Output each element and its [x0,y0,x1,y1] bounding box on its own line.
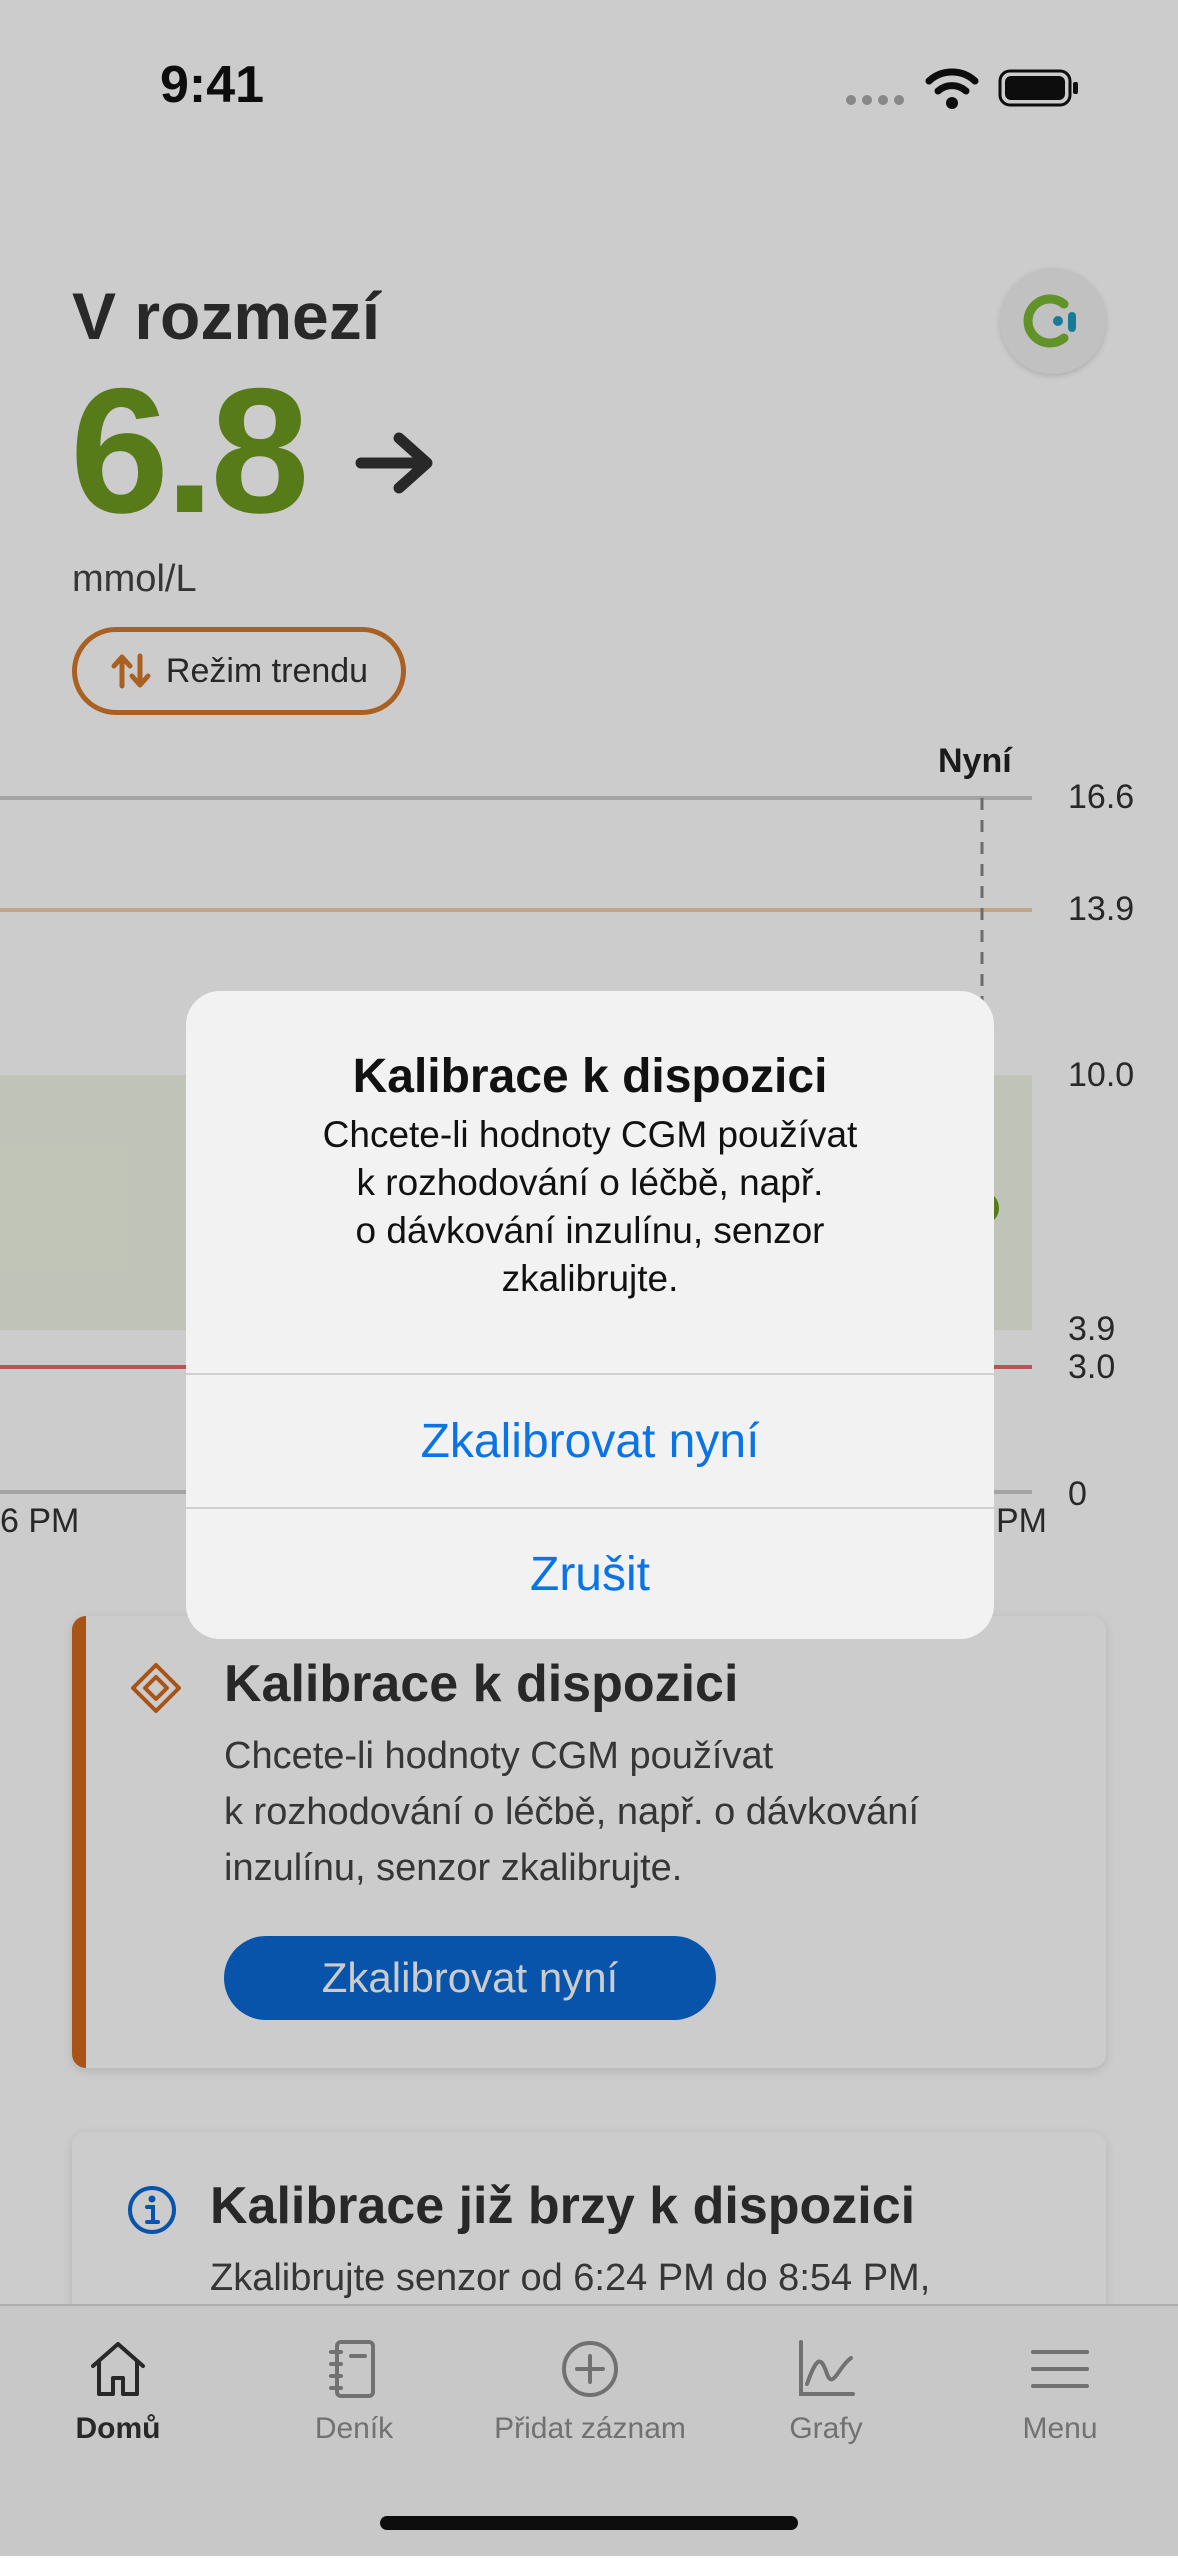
alert-title: Kalibrace k dispozici [352,1050,828,1103]
alert-cancel-button[interactable]: Zrušit [186,1509,994,1639]
alert-message: Chcete-li hodnoty CGM používat k rozhodo… [256,1111,924,1303]
alert-message-line: Chcete-li hodnoty CGM používat [322,1114,858,1155]
calibration-alert-dialog: Kalibrace k dispozici Chcete-li hodnoty … [186,991,994,1639]
alert-message-line: o dávkování inzulínu, senzor [355,1210,825,1251]
alert-message-line: k rozhodování o léčbě, např. [356,1162,824,1203]
app-screen: 9:41 V rozmezí 6.8 mmol/L Režim trendu N… [0,0,1178,2558]
alert-message-line: zkalibrujte. [501,1258,679,1299]
alert-calibrate-now-button[interactable]: Zkalibrovat nyní [186,1375,994,1507]
